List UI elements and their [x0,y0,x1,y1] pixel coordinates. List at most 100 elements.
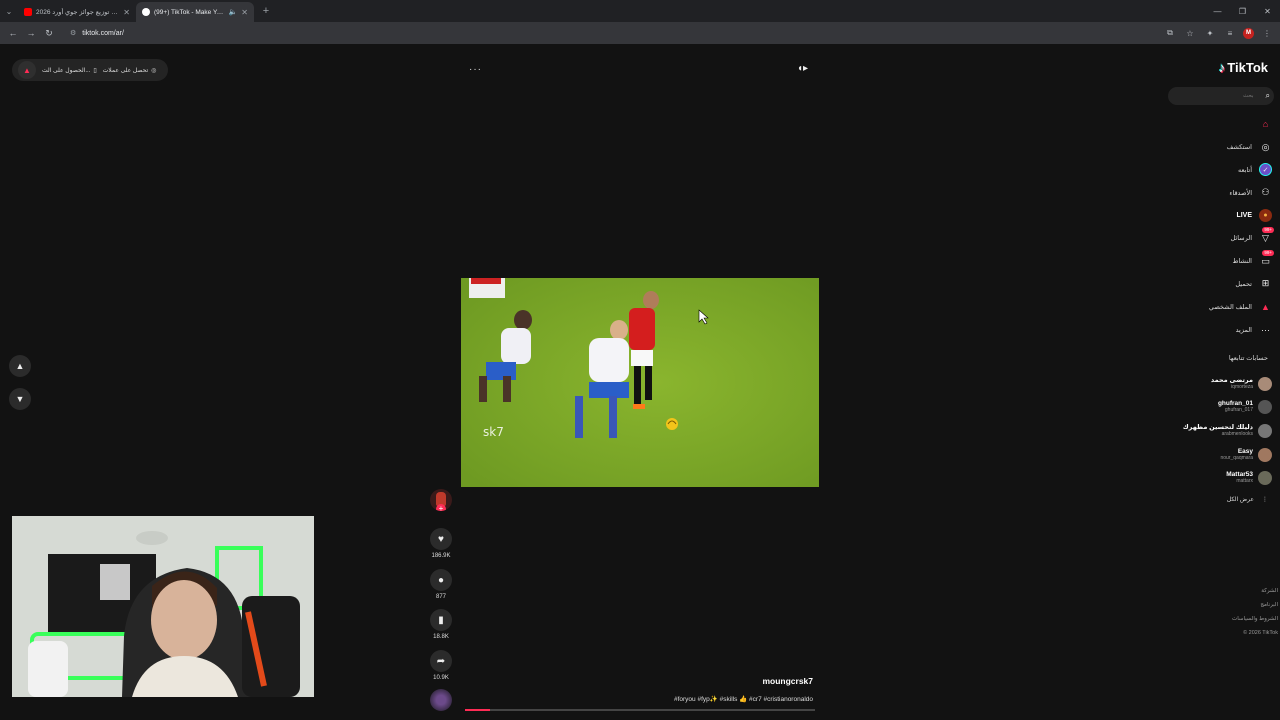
more-options-button[interactable]: ··· [469,64,482,75]
browser-tab-youtube[interactable]: حفل توزيع جوائز جوي أورد 2026 ✕ [18,2,136,22]
sidebar-item-explore[interactable]: استكشف ◎ [1166,136,1272,159]
follow-plus-icon[interactable]: + [436,504,446,511]
chevron-down-icon: ▼ [15,394,25,404]
sidebar-item-activity[interactable]: النشاط ▭ 99+ [1166,249,1274,273]
account-name: Mattar53 [1226,471,1253,479]
close-window-icon[interactable]: ✕ [1255,0,1280,22]
activity-icon: ▭ 99+ [1261,249,1274,266]
account-username: iqmorteza [1231,383,1253,390]
search-input[interactable]: بحث ⌕ [1168,87,1274,105]
following-account[interactable]: Mattar53 mattarx [1166,466,1272,490]
tab-title: (99+) TikTok - Make Your D... [154,8,227,16]
avatar [1258,423,1272,438]
sidebar-item-label: LIVE [1236,212,1252,220]
sidebar-item-label: الرسائل [1230,235,1252,243]
close-tab-icon[interactable]: ✕ [123,8,130,17]
comment-icon: ● [430,569,452,591]
like-button[interactable]: ♥ 186.9K [430,528,452,559]
search-icon[interactable]: ⌕ [1266,91,1270,101]
volume-icon[interactable]: ◖▸ [797,63,808,74]
account-name: Easy [1237,447,1253,455]
sidebar-item-more[interactable]: المزيد ··· [1166,318,1272,341]
live-icon: ● [1259,209,1272,223]
tiktok-logo[interactable]: ♪ TikTok [1219,60,1268,75]
sidebar-item-messages[interactable]: الرسائل ▽ 99+ [1166,226,1274,250]
browser-toolbar: ← → ↻ ⚙ tiktok.com/ar/ ⧉ ☆ ✦ ≡ M ⋮ [0,22,1280,44]
account-username: arabmenlooks [1221,430,1253,437]
site-info-icon[interactable]: ⚙ [70,29,76,37]
reload-icon[interactable]: ↻ [40,24,58,42]
forward-icon[interactable]: → [22,24,40,42]
music-disc-icon[interactable] [430,689,452,711]
avatar [1258,376,1272,391]
messages-icon: ▽ 99+ [1262,226,1274,243]
footer-link-program[interactable]: البرنامج [1232,598,1278,612]
comment-count: 877 [435,594,446,600]
previous-video-button[interactable]: ▲ [9,355,31,377]
new-tab-button[interactable]: + [258,5,274,17]
hashtags[interactable]: #foryou #fyp✨ #skills 👍 #cr7 #cristianor… [461,695,813,703]
sidebar-item-upload[interactable]: تحميل ⊞ [1166,273,1272,296]
get-app-label: الحصول على الت... [42,67,91,74]
get-coins-button[interactable]: تحصل على عملات ◎ [103,67,157,74]
video-progress-bar[interactable] [465,709,815,711]
bookmark-star-icon[interactable]: ☆ [1183,26,1197,40]
warning-icon[interactable]: ▲ [18,61,36,79]
extensions-icon[interactable]: ✦ [1203,26,1217,40]
save-button[interactable]: ▮ 18.8K [430,609,452,640]
save-count: 18.8K [433,634,449,640]
see-all-label: عرض الكل [1226,497,1254,503]
like-count: 186.9K [431,553,451,559]
youtube-favicon-icon [24,8,32,16]
following-list: مرتضى محمد iqmorteza ghufran_01 ghufran_01… [1166,372,1272,490]
sidebar-item-label: المزيد [1235,326,1252,334]
top-left-actions: ▲ الحصول على الت... ▯ تحصل على عملات ◎ [12,59,168,81]
get-app-button[interactable]: الحصول على الت... ▯ [42,67,97,74]
author-name[interactable]: moungcrsk7 [461,676,813,686]
minimize-icon[interactable]: — [1205,0,1230,22]
following-account[interactable]: دليلك لتحسين مظهرك arabmenlooks [1166,419,1272,443]
sidebar-item-label: الأصدقاء [1229,189,1252,197]
following-account[interactable]: مرتضى محمد iqmorteza [1166,372,1272,396]
sidebar-item-friends[interactable]: الأصدقاء ⚇ [1166,181,1272,204]
close-tab-icon[interactable]: ✕ [241,8,248,17]
address-bar[interactable]: ⚙ tiktok.com/ar/ [64,25,1144,41]
next-video-button[interactable]: ▼ [9,388,31,410]
video-caption: moungcrsk7 #foryou #fyp✨ #skills 👍 #cr7 … [461,676,813,703]
creator-avatar[interactable]: + [430,489,452,511]
more-icon: ··· [1261,324,1270,335]
following-account[interactable]: ghufran_01 ghufran_017 [1166,396,1272,420]
tiktok-favicon-icon [142,8,150,16]
phone-icon: ▯ [93,67,97,74]
progress-fill [465,709,490,711]
speaker-icon[interactable]: 🔈 [229,8,238,16]
grid-icon: ⋮ [1262,497,1268,503]
tab-search-icon[interactable]: ⌄ [0,0,18,22]
sidebar-item-following[interactable]: أتابعه ✓ [1166,159,1272,182]
back-icon[interactable]: ← [4,24,22,42]
video-player[interactable]: sk7 [461,278,819,487]
sidebar-item-home[interactable]: ⌂ [1166,113,1272,136]
sidebar-footer: الشركة البرنامج الشروط والسياسات © 2026 … [1232,584,1278,640]
profile-icon: ▲ [1261,301,1270,312]
browser-tab-tiktok[interactable]: (99+) TikTok - Make Your D... 🔈 ✕ [136,2,254,22]
chevron-up-icon: ▲ [15,361,25,371]
search-placeholder: بحث [1243,93,1254,99]
account-name: دليلك لتحسين مظهرك [1182,423,1253,431]
webcam-overlay [12,516,314,697]
sidebar-item-profile[interactable]: الملف الشخصي ▲ [1166,295,1272,318]
media-controls-icon[interactable]: ≡ [1223,26,1237,40]
footer-link-terms[interactable]: الشروط والسياسات [1232,612,1278,626]
share-button[interactable]: ➦ 10.9K [430,650,452,681]
sidebar-item-live[interactable]: LIVE ● [1166,204,1272,227]
maximize-icon[interactable]: ❐ [1230,0,1255,22]
profile-avatar[interactable]: M [1243,27,1254,39]
install-app-icon[interactable]: ⧉ [1163,26,1177,40]
footer-link-company[interactable]: الشركة [1232,584,1278,598]
avatar [1258,471,1272,486]
following-account[interactable]: Easy nour_qaqmara [1166,443,1272,467]
account-name: مرتضى محمد [1210,376,1253,384]
see-all-button[interactable]: عرض الكل ⋮ [1227,496,1268,503]
browser-menu-icon[interactable]: ⋮ [1260,26,1274,40]
comment-button[interactable]: ● 877 [430,569,452,600]
